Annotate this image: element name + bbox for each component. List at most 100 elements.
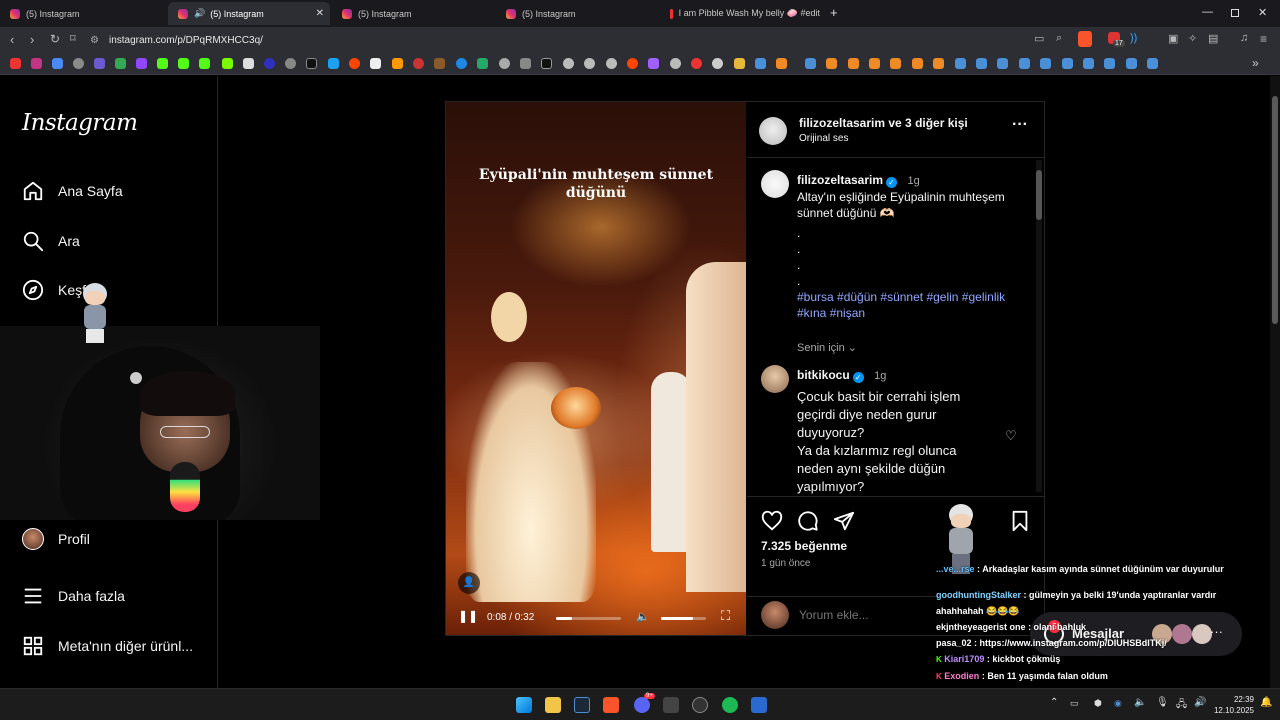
steam-bookmark-icon[interactable] [1062,58,1073,69]
media-icon[interactable]: ♫ [1240,32,1248,44]
tab-2-active[interactable]: 🔊 (5) Instagram ✕ [168,2,330,25]
bookmark-icon[interactable] [606,58,617,69]
speaker-icon[interactable]: 🔊 [1194,697,1206,708]
tab-3[interactable]: (5) Instagram [332,2,496,25]
chevron-up-icon[interactable]: ⌃ [1050,697,1058,708]
back-icon[interactable]: ‹ [10,32,14,47]
volume-tray-icon[interactable]: 🔈 [1134,697,1146,708]
sidebar-icon[interactable]: ▣ [1168,32,1178,45]
bookmark-icon[interactable] [563,58,574,69]
kick-bookmark-icon[interactable] [157,58,168,69]
reddit-bookmark-icon[interactable] [627,58,638,69]
bookmark-icon[interactable] [370,58,381,69]
comments-scrollbar[interactable] [1036,160,1042,492]
steam-bookmark-icon[interactable] [755,58,766,69]
more-options-icon[interactable]: ··· [1012,116,1028,134]
bookmark-icon[interactable] [670,58,681,69]
bookmark-icon[interactable] [477,58,488,69]
video-player[interactable]: Eyüpali'nin muhteşem sünnet düğünü 👤 ❚❚ … [446,102,746,635]
share-icon[interactable] [833,510,855,532]
caption-avatar[interactable] [761,170,789,198]
steam-bookmark-icon[interactable] [805,58,816,69]
extensions-icon[interactable]: ✧ [1188,32,1197,45]
bookmark-icon[interactable] [541,58,552,69]
network-icon[interactable]: 🖧 [1176,697,1187,714]
instagram-bookmark-icon[interactable] [31,58,42,69]
bookmark-icon[interactable] [456,58,467,69]
close-tab-icon[interactable]: ✕ [316,8,324,19]
steam-bookmark-icon[interactable] [1126,58,1137,69]
bookmark-icon[interactable] [691,58,702,69]
steam-bookmark-icon[interactable] [1019,58,1030,69]
spotify-icon[interactable] [722,697,738,713]
mic-tray-icon[interactable]: 🎙 [1156,697,1169,708]
page-scroll-thumb[interactable] [1272,96,1278,324]
volume-slider[interactable] [661,617,706,620]
zoom-icon[interactable]: ⌕ [1056,32,1062,45]
fullscreen-icon[interactable]: ⛶ [721,608,730,624]
youtube-bookmark-icon[interactable] [10,58,21,69]
obs-icon[interactable] [692,697,708,713]
cast-icon[interactable]: ▭ [1034,32,1044,45]
app-icon[interactable] [751,697,767,713]
url-field[interactable]: ⚙ instagram.com/p/DPqRMXHCC3q/ [90,30,1030,50]
steam-bookmark-icon[interactable] [955,58,966,69]
bookmark-icon[interactable] [499,58,510,69]
author-avatar[interactable] [759,117,787,145]
steam-bookmark-icon[interactable] [1083,58,1094,69]
volume-icon[interactable]: 🔈 [636,610,650,623]
clock[interactable]: 22:39 12.10.2025 [1208,694,1254,716]
bookmark-icon[interactable] [848,58,859,69]
collaborators-link[interactable]: ve 3 diğer kişi [888,116,967,130]
page-scrollbar[interactable] [1270,76,1280,688]
caption-username[interactable]: filizozeltasarim [797,173,883,187]
hashtags[interactable]: #bursa #düğün #sünnet #gelin #gelinlik #… [797,289,1032,321]
close-window-icon[interactable]: ✕ [1258,6,1267,19]
speaker-icon[interactable]: 🔊 [194,8,205,19]
reload-icon[interactable]: ↻ [50,32,60,46]
sidebar-item-home[interactable]: Ana Sayfa [22,180,123,202]
bookmark-icon[interactable] [912,58,923,69]
comment-avatar[interactable] [761,365,789,393]
comment-username[interactable]: bitkikocu [797,368,850,382]
for-you-toggle[interactable]: Senin için ⌄ [797,341,1032,354]
folder-icon[interactable] [734,58,745,69]
kick-bookmark-icon[interactable] [199,58,210,69]
bookmark-icon[interactable] [933,58,944,69]
tab-4[interactable]: (5) Instagram [496,2,660,25]
tab-5[interactable]: I am Pibble Wash My belly 🧼 #edit [660,2,820,25]
steam-bookmark-icon[interactable] [1040,58,1051,69]
forward-icon[interactable]: › [30,32,34,47]
twitch-bookmark-icon[interactable] [136,58,147,69]
pause-icon[interactable]: ❚❚ [458,609,478,623]
instagram-logo[interactable]: Instagram [22,110,138,136]
site-settings-icon[interactable]: ⚙ [90,35,99,46]
tab-1[interactable]: (5) Instagram [0,2,168,25]
tray-icon[interactable]: ▭ [1070,698,1079,709]
windows-start-icon[interactable] [516,697,532,713]
more-bookmarks-icon[interactable]: » [1252,56,1259,70]
wifi-extension-icon[interactable]: )) [1130,32,1137,44]
bookmark-icon[interactable] [584,58,595,69]
steam-bookmark-icon[interactable] [1104,58,1115,69]
likes-count[interactable]: 7.325 beğenme [761,539,847,553]
steam-bookmark-icon[interactable] [1147,58,1158,69]
sidebar-item-more[interactable]: Daha fazla [22,585,125,607]
bookmark-icon[interactable] [520,58,531,69]
author-username[interactable]: filizozeltasarim [799,116,885,130]
steam-bookmark-icon[interactable] [997,58,1008,69]
discord-icon[interactable] [634,697,650,713]
bookmark-icon[interactable] [73,58,84,69]
bookmark-icon[interactable] [285,58,296,69]
bookmark-icon[interactable] [826,58,837,69]
notification-icon[interactable]: 🔔 [1260,697,1272,708]
tray-icon[interactable]: ⬢ [1094,698,1102,709]
maximize-icon[interactable] [1231,9,1239,17]
bookmark-icon[interactable] [413,58,424,69]
bookmark-icon[interactable] [890,58,901,69]
steam-icon[interactable] [574,697,590,713]
bookmark-icon[interactable] [869,58,880,69]
comments-scroll-thumb[interactable] [1036,170,1042,220]
new-tab-button[interactable]: + [830,5,838,20]
kick-bookmark-icon[interactable] [178,58,189,69]
